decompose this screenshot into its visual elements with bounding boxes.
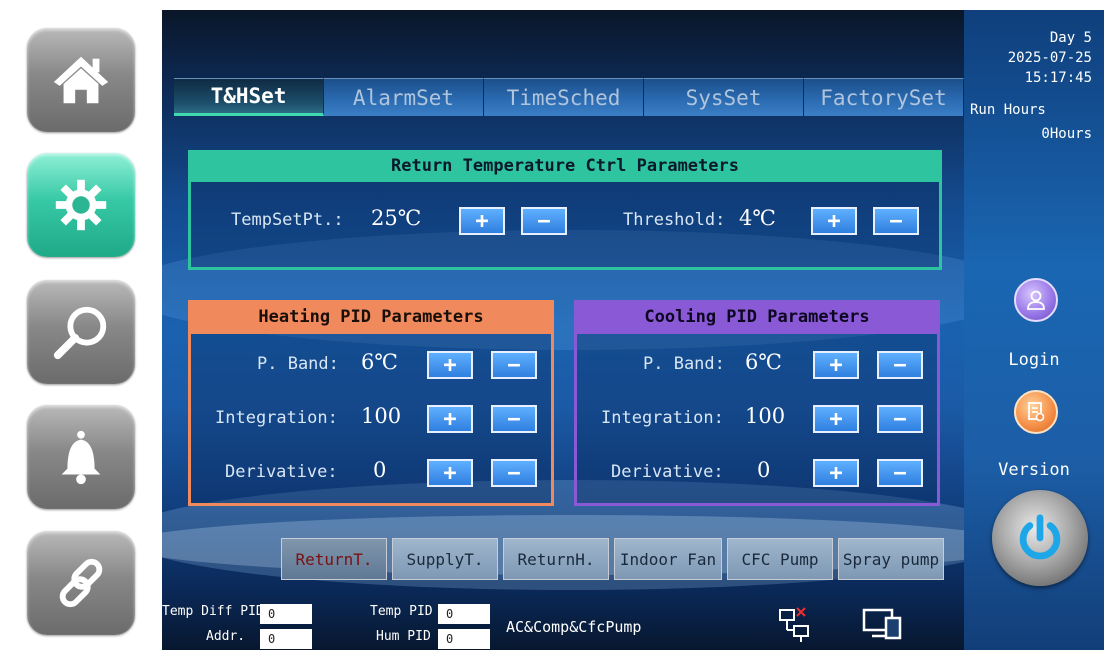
run-hours-value: 0Hours — [1041, 126, 1092, 142]
threshold-value[interactable]: 4℃ — [739, 206, 776, 230]
selector-cfc-pump-button[interactable]: CFC Pump — [727, 538, 833, 580]
cooling-pband-plus-button[interactable]: + — [813, 351, 859, 379]
heating-integration-plus-button[interactable]: + — [427, 405, 473, 433]
cooling-derivative-minus-button[interactable]: − — [877, 459, 923, 487]
cooling-pid-panel-title: Cooling PID Parameters — [574, 300, 940, 334]
threshold-label: Threshold: — [623, 210, 726, 230]
return-temp-panel-title: Return Temperature Ctrl Parameters — [188, 150, 942, 182]
version-button[interactable] — [1014, 390, 1058, 434]
tab-factory-set[interactable]: FactorySet — [804, 78, 964, 116]
tab-sys-set[interactable]: SysSet — [644, 78, 804, 116]
nav-settings-button[interactable] — [27, 153, 135, 257]
setpoint-minus-button[interactable]: − — [521, 207, 567, 235]
nav-search-button[interactable] — [27, 280, 135, 384]
power-icon — [1019, 514, 1061, 560]
gear-icon — [55, 179, 107, 231]
temp-pid-value: 0 — [438, 604, 490, 624]
cooling-integration-minus-button[interactable]: − — [877, 405, 923, 433]
main-screen: T&HSet AlarmSet TimeSched SysSet Factory… — [162, 10, 964, 650]
heating-derivative-plus-button[interactable]: + — [427, 459, 473, 487]
heating-derivative-minus-button[interactable]: − — [491, 459, 537, 487]
user-icon — [1027, 290, 1045, 310]
nav-home-button[interactable] — [27, 28, 135, 132]
version-info-icon — [1028, 402, 1045, 422]
login-label: Login — [1008, 350, 1060, 370]
heating-pband-value[interactable]: 6℃ — [361, 350, 398, 374]
cooling-pband-label: P. Band: — [643, 354, 725, 374]
return-temp-panel: Return Temperature Ctrl Parameters TempS… — [188, 150, 942, 270]
threshold-plus-button[interactable]: + — [811, 207, 857, 235]
cooling-pband-minus-button[interactable]: − — [877, 351, 923, 379]
hum-pid-value: 0 — [438, 629, 490, 649]
threshold-minus-button[interactable]: − — [873, 207, 919, 235]
addr-value: 0 — [260, 629, 312, 649]
heating-integration-value[interactable]: 100 — [361, 404, 401, 428]
version-label: Version — [998, 460, 1070, 480]
tab-th-set[interactable]: T&HSet — [174, 78, 324, 116]
return-temp-panel-body: TempSetPt.: 25℃ + − Threshold: 4℃ + − — [188, 182, 942, 270]
cooling-integration-plus-button[interactable]: + — [813, 405, 859, 433]
heating-pband-minus-button[interactable]: − — [491, 351, 537, 379]
nav-alarm-button[interactable] — [27, 405, 135, 509]
heating-pband-plus-button[interactable]: + — [427, 351, 473, 379]
setpoint-value[interactable]: 25℃ — [371, 206, 421, 230]
run-hours-label: Run Hours — [970, 102, 1046, 118]
bell-icon — [61, 430, 101, 485]
link-icon — [59, 558, 103, 608]
selector-return-humidity-button[interactable]: ReturnH. — [503, 538, 609, 580]
heating-integration-minus-button[interactable]: − — [491, 405, 537, 433]
display-devices-icon — [862, 608, 902, 640]
heating-pid-panel-body: P. Band: 6℃ + − Integration: 100 + − Der… — [188, 334, 554, 506]
selector-indoor-fan-button[interactable]: Indoor Fan — [614, 538, 722, 580]
heating-derivative-label: Derivative: — [225, 462, 338, 482]
selector-spray-pump-button[interactable]: Spray pump — [838, 538, 944, 580]
power-button[interactable] — [992, 490, 1088, 586]
search-icon — [53, 306, 107, 360]
temp-diff-pid-value: 0 — [260, 604, 312, 624]
home-icon — [53, 56, 109, 104]
day-text: Day 5 — [1049, 30, 1092, 46]
selector-return-temp-button[interactable]: ReturnT. — [281, 538, 387, 580]
cooling-pid-panel-body: P. Band: 6℃ + − Integration: 100 + − Der… — [574, 334, 940, 506]
cooling-integration-label: Integration: — [601, 408, 724, 428]
setpoint-plus-button[interactable]: + — [459, 207, 505, 235]
right-panel: Day 5 2025-07-25 15:17:45 Run Hours 0Hou… — [964, 10, 1104, 650]
selector-supply-temp-button[interactable]: SupplyT. — [392, 538, 498, 580]
heating-integration-label: Integration: — [215, 408, 338, 428]
temp-diff-pid-label: Temp Diff PID — [162, 604, 264, 619]
cooling-integration-value[interactable]: 100 — [745, 404, 785, 428]
tab-bar: T&HSet AlarmSet TimeSched SysSet Factory… — [162, 78, 964, 118]
tab-time-sched[interactable]: TimeSched — [484, 78, 644, 116]
hum-pid-label: Hum PID — [376, 629, 431, 644]
network-disconnected-icon — [779, 607, 809, 642]
heating-derivative-value[interactable]: 0 — [373, 458, 386, 482]
temp-pid-label: Temp PID — [370, 604, 433, 619]
date-text: 2025-07-25 — [1007, 50, 1092, 66]
time-text: 15:17:45 — [1024, 70, 1092, 86]
cooling-derivative-plus-button[interactable]: + — [813, 459, 859, 487]
addr-label: Addr. — [206, 629, 246, 644]
setpoint-label: TempSetPt.: — [231, 210, 344, 230]
login-button[interactable] — [1014, 278, 1058, 322]
left-nav — [0, 0, 162, 650]
heating-pid-panel-title: Heating PID Parameters — [188, 300, 554, 334]
cooling-derivative-value[interactable]: 0 — [757, 458, 770, 482]
nav-link-button[interactable] — [27, 531, 135, 635]
cooling-pid-panel: Cooling PID Parameters P. Band: 6℃ + − I… — [574, 300, 940, 506]
cooling-derivative-label: Derivative: — [611, 462, 724, 482]
heating-pband-label: P. Band: — [257, 354, 339, 374]
heating-pid-panel: Heating PID Parameters P. Band: 6℃ + − I… — [188, 300, 554, 506]
tab-alarm-set[interactable]: AlarmSet — [324, 78, 484, 116]
cooling-pband-value[interactable]: 6℃ — [745, 350, 782, 374]
mode-status-text: AC&Comp&CfcPump — [506, 618, 642, 636]
